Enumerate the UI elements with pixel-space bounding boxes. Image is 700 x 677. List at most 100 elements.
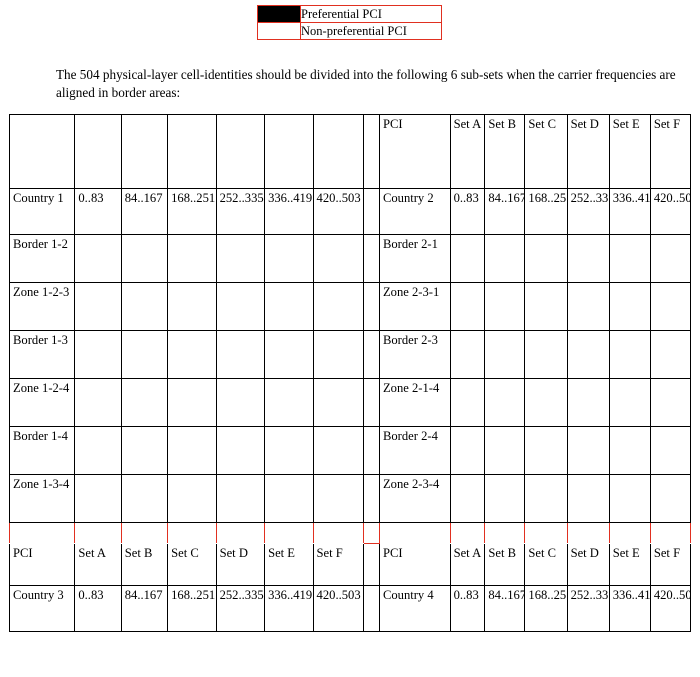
right-cell-1-b bbox=[484, 282, 526, 331]
right-cell-4-b bbox=[484, 426, 526, 475]
left-cell-1-c bbox=[167, 282, 217, 331]
right-cell-0-d bbox=[566, 234, 610, 283]
bottom-left-header-pci: PCI bbox=[8, 543, 76, 586]
right-cell-1-c bbox=[524, 282, 568, 331]
left-cell-3-a bbox=[74, 378, 122, 427]
legend: Preferential PCI Non-preferential PCI bbox=[257, 5, 442, 40]
right-cell-0-a bbox=[449, 234, 486, 283]
country-1-range-a: 0..83 bbox=[74, 188, 122, 235]
divider-cell bbox=[649, 522, 692, 544]
center-spacer-cell bbox=[363, 585, 380, 632]
country-1-range-f: 420..503 bbox=[312, 188, 365, 235]
right-cell-0-f bbox=[649, 234, 692, 283]
right-cell-5-b bbox=[484, 474, 526, 523]
country-1-range-c: 168..251 bbox=[167, 188, 217, 235]
left-cell-4-c bbox=[167, 426, 217, 475]
country-4-label: Country 4 bbox=[378, 585, 451, 632]
right-cell-3-f bbox=[649, 378, 692, 427]
left-header-cell-2 bbox=[120, 114, 169, 189]
caption-text: The 504 physical-layer cell-identities s… bbox=[56, 67, 676, 100]
bottom-right-header-set-c: Set C bbox=[524, 543, 568, 586]
table-header-row-top: PCI Set A Set B Set C Set D Set E Set F bbox=[8, 114, 692, 189]
right-cell-4-c bbox=[524, 426, 568, 475]
right-cell-3-c bbox=[524, 378, 568, 427]
left-cell-1-f bbox=[312, 282, 365, 331]
left-row-label-3: Zone 1-2-4 bbox=[8, 378, 76, 427]
right-cell-4-f bbox=[649, 426, 692, 475]
divider-cell bbox=[378, 522, 451, 544]
left-row-label-2: Border 1-3 bbox=[8, 330, 76, 379]
left-cell-0-e bbox=[264, 234, 314, 283]
left-cell-0-c bbox=[167, 234, 217, 283]
left-row-label-5: Zone 1-3-4 bbox=[8, 474, 76, 523]
right-cell-5-e bbox=[608, 474, 651, 523]
bottom-left-header-set-a: Set A bbox=[74, 543, 122, 586]
country-3-range-f: 420..503 bbox=[312, 585, 365, 632]
country-1-range-d: 252..335 bbox=[215, 188, 266, 235]
country-4-range-a: 0..83 bbox=[449, 585, 486, 632]
legend-label-nonpreferential: Non-preferential PCI bbox=[300, 22, 442, 40]
table-row: Border 1-2 Border 2-1 bbox=[8, 234, 692, 283]
left-cell-4-b bbox=[120, 426, 169, 475]
right-row-label-2: Border 2-3 bbox=[378, 330, 451, 379]
left-header-cell-1 bbox=[74, 114, 122, 189]
bottom-right-header-set-e: Set E bbox=[608, 543, 651, 586]
legend-row-preferential: Preferential PCI bbox=[257, 5, 442, 23]
country-range-row-top: Country 1 0..83 84..167 168..251 252..33… bbox=[8, 188, 692, 235]
country-1-range-e: 336..419 bbox=[264, 188, 314, 235]
country-4-range-d: 252..335 bbox=[566, 585, 610, 632]
right-header-cell-set-c: Set C bbox=[524, 114, 568, 189]
left-cell-5-b bbox=[120, 474, 169, 523]
bottom-left-header-set-d: Set D bbox=[215, 543, 266, 586]
right-header-cell-set-e: Set E bbox=[608, 114, 651, 189]
divider-cell bbox=[449, 522, 486, 544]
country-range-row-bottom: Country 3 0..83 84..167 168..251 252..33… bbox=[8, 585, 692, 632]
right-cell-0-e bbox=[608, 234, 651, 283]
left-header-cell-5 bbox=[264, 114, 314, 189]
left-cell-3-d bbox=[215, 378, 266, 427]
left-cell-2-a bbox=[74, 330, 122, 379]
right-cell-4-d bbox=[566, 426, 610, 475]
right-cell-2-d bbox=[566, 330, 610, 379]
left-cell-4-a bbox=[74, 426, 122, 475]
bottom-right-header-set-f: Set F bbox=[649, 543, 692, 586]
left-cell-0-b bbox=[120, 234, 169, 283]
bottom-right-header-set-b: Set B bbox=[484, 543, 526, 586]
country-2-range-e: 336..419 bbox=[608, 188, 651, 235]
right-cell-1-a bbox=[449, 282, 486, 331]
left-header-cell-4 bbox=[215, 114, 266, 189]
country-3-range-e: 336..419 bbox=[264, 585, 314, 632]
bottom-left-header-set-f: Set F bbox=[312, 543, 365, 586]
country-1-range-b: 84..167 bbox=[120, 188, 169, 235]
left-cell-2-b bbox=[120, 330, 169, 379]
left-cell-4-d bbox=[215, 426, 266, 475]
right-header-cell-set-a: Set A bbox=[449, 114, 486, 189]
left-header-cell-3 bbox=[167, 114, 217, 189]
country-2-range-c: 168..251 bbox=[524, 188, 568, 235]
left-cell-0-d bbox=[215, 234, 266, 283]
left-cell-5-c bbox=[167, 474, 217, 523]
country-2-range-f: 420..503 bbox=[649, 188, 692, 235]
country-4-range-e: 336..419 bbox=[608, 585, 651, 632]
bottom-right-header-set-a: Set A bbox=[449, 543, 486, 586]
left-cell-0-f bbox=[312, 234, 365, 283]
right-header-cell-set-f: Set F bbox=[649, 114, 692, 189]
right-cell-3-b bbox=[484, 378, 526, 427]
bottom-left-header-set-b: Set B bbox=[120, 543, 169, 586]
right-cell-3-e bbox=[608, 378, 651, 427]
center-spacer-cell bbox=[363, 426, 380, 475]
pci-table: PCI Set A Set B Set C Set D Set E Set F … bbox=[8, 114, 692, 632]
divider-cell bbox=[566, 522, 610, 544]
left-cell-1-e bbox=[264, 282, 314, 331]
right-header-cell-set-b: Set B bbox=[484, 114, 526, 189]
right-cell-3-a bbox=[449, 378, 486, 427]
right-row-label-4: Border 2-4 bbox=[378, 426, 451, 475]
country-2-range-a: 0..83 bbox=[449, 188, 486, 235]
country-2-range-b: 84..167 bbox=[484, 188, 526, 235]
left-cell-4-f bbox=[312, 426, 365, 475]
table-row: Zone 1-3-4 Zone 2-3-4 bbox=[8, 474, 692, 523]
country-1-label: Country 1 bbox=[8, 188, 76, 235]
center-spacer-cell bbox=[363, 234, 380, 283]
left-cell-4-e bbox=[264, 426, 314, 475]
right-cell-4-e bbox=[608, 426, 651, 475]
